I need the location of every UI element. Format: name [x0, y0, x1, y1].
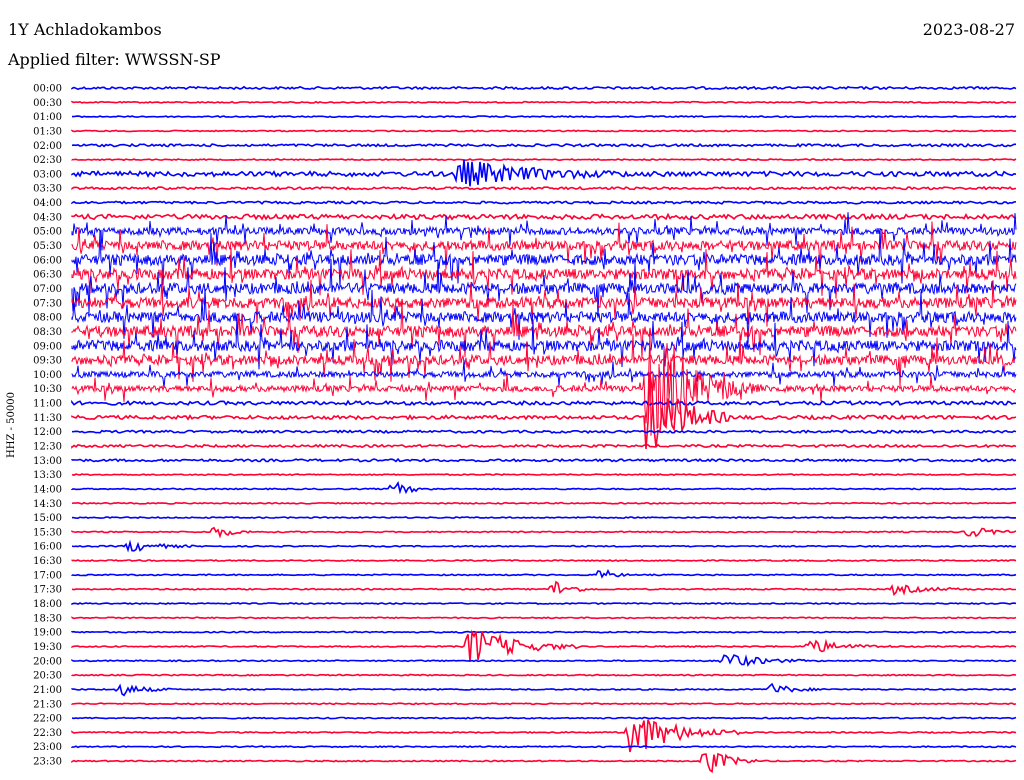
seismic-trace-1730: [71, 580, 1016, 596]
trace-time-label: 15:00: [33, 513, 62, 524]
seismic-trace-1300: [71, 457, 1017, 463]
trace-time-label: 09:30: [33, 356, 62, 367]
trace-time-label: 09:00: [33, 341, 62, 352]
seismic-trace-1000: [71, 359, 1017, 389]
seismic-trace-0700: [71, 258, 1017, 318]
trace-time-label: 15:30: [33, 527, 62, 538]
seismic-trace-1630: [71, 559, 1017, 563]
trace-group: [71, 85, 1017, 774]
seismic-trace-0300: [71, 159, 1017, 187]
seismic-trace-0430: [71, 212, 1017, 221]
trace-time-label: 17:30: [33, 585, 62, 596]
trace-time-label: 19:00: [33, 628, 62, 639]
trace-time-label: 23:30: [33, 757, 62, 768]
trace-time-label: 03:30: [33, 184, 62, 195]
seismic-trace-1800: [71, 602, 1017, 605]
seismic-trace-1430: [71, 501, 1017, 505]
trace-time-label: 01:00: [33, 112, 62, 123]
seismic-trace-1330: [71, 473, 1017, 477]
trace-time-label: 08:00: [33, 313, 62, 324]
trace-time-label: 16:30: [33, 556, 62, 567]
seismic-trace-0100: [72, 115, 1017, 119]
seismic-trace-2300: [71, 745, 1017, 749]
trace-time-label: 10:00: [33, 370, 62, 381]
trace-time-label: 14:30: [33, 499, 62, 510]
trace-time-label: 06:30: [33, 270, 62, 281]
trace-time-label: 11:00: [33, 399, 62, 410]
seismic-trace-2200: [71, 716, 1017, 720]
trace-time-label: 12:00: [33, 427, 62, 438]
trace-time-label: 04:30: [33, 212, 62, 223]
trace-time-label: 21:00: [33, 685, 62, 696]
seismic-trace-0400: [71, 200, 1017, 205]
trace-time-label: 13:00: [33, 456, 62, 467]
trace-time-label: 05:00: [33, 227, 62, 238]
trace-time-label: 05:30: [33, 241, 62, 252]
seismic-trace-1230: [71, 443, 1017, 449]
channel-axis-label: HHZ - 50000: [6, 392, 17, 458]
trace-time-label: 22:00: [33, 714, 62, 725]
trace-time-label: 23:00: [33, 742, 62, 753]
seismic-trace-1700: [71, 568, 1017, 579]
seismic-trace-0230: [71, 158, 1017, 162]
trace-time-label: 20:00: [33, 656, 62, 667]
trace-time-label: 21:30: [33, 699, 62, 710]
seismic-trace-1600: [71, 539, 1017, 553]
seismic-trace-1500: [71, 516, 1017, 520]
trace-time-label: 17:00: [33, 570, 62, 581]
seismic-trace-1530: [71, 526, 1017, 539]
seismogram-plot: 00:00 00:30 01:00 01:30 02:00 02:30 03:00 03:30…: [6, 84, 1017, 774]
trace-time-label: 07:30: [33, 298, 62, 309]
trace-time-label: 20:30: [33, 671, 62, 682]
seismic-trace-2330: [71, 752, 1017, 774]
trace-time-label: 00:30: [33, 98, 62, 109]
seismic-trace-0000: [71, 85, 1017, 91]
seismic-trace-2100: [71, 682, 1017, 697]
trace-time-label: 18:00: [33, 599, 62, 610]
trace-time-label: 12:30: [33, 442, 62, 453]
trace-time-label: 02:30: [33, 155, 62, 166]
trace-time-label: 11:30: [33, 413, 62, 424]
seismic-trace-1100: [71, 399, 1016, 407]
trace-time-label: 22:30: [33, 728, 62, 739]
trace-time-label: 10:30: [33, 384, 62, 395]
seismic-trace-1130: [71, 373, 1017, 450]
trace-time-label: 13:30: [33, 470, 62, 481]
seismic-trace-0200: [71, 142, 1016, 148]
trace-time-label: 07:00: [33, 284, 62, 295]
trace-time-label: 04:00: [33, 198, 62, 209]
seismic-trace-2030: [71, 673, 1017, 677]
seismic-trace-0330: [71, 185, 1017, 191]
seismic-trace-1930: [71, 629, 1017, 662]
trace-time-label: 16:00: [33, 542, 62, 553]
trace-time-label: 06:00: [33, 255, 62, 266]
trace-time-label: 00:00: [33, 84, 62, 95]
trace-time-label: 02:00: [33, 141, 62, 152]
trace-time-label: 01:30: [33, 126, 62, 137]
time-label-group: 00:00 00:30 01:00 01:30 02:00 02:30 03:00 03:30…: [33, 84, 62, 768]
seismic-trace-2000: [71, 654, 1017, 667]
seismic-trace-0030: [71, 100, 1017, 104]
seismic-trace-1900: [71, 630, 1017, 634]
trace-time-label: 03:00: [33, 169, 62, 180]
seismic-trace-1200: [71, 429, 1017, 434]
trace-time-label: 08:30: [33, 327, 62, 338]
seismic-trace-2130: [71, 702, 1017, 706]
trace-time-label: 19:30: [33, 642, 62, 653]
seismic-trace-1830: [71, 616, 1017, 620]
trace-time-label: 14:00: [33, 484, 62, 495]
seismic-trace-1400: [71, 480, 1017, 495]
seismic-trace-0130: [71, 129, 1017, 133]
trace-time-label: 18:30: [33, 613, 62, 624]
